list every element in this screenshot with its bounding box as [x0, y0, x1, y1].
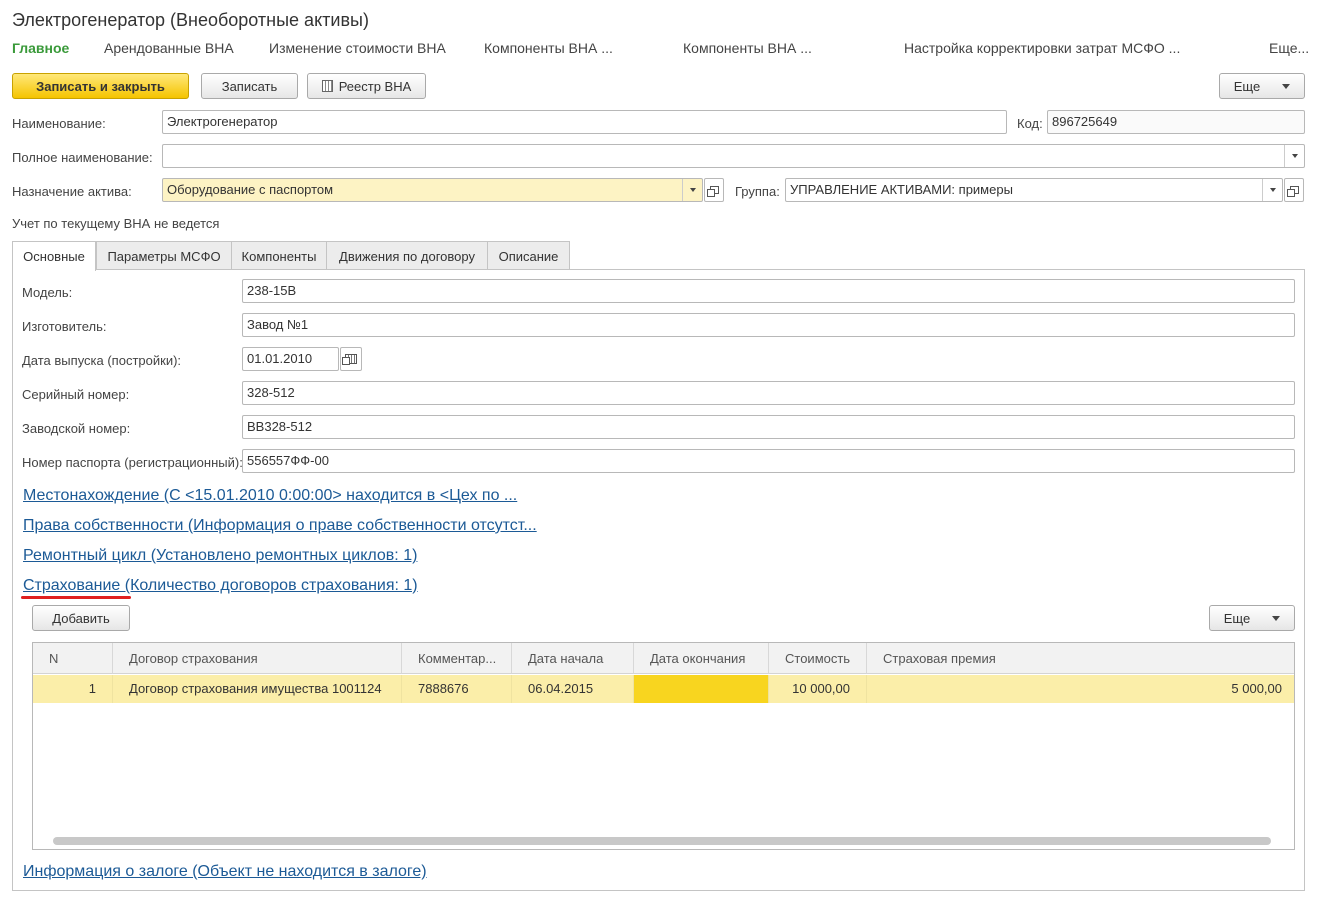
table-more-label: Еще: [1223, 610, 1251, 626]
open-icon: [1286, 186, 1299, 197]
group-dropdown[interactable]: [1262, 179, 1282, 201]
group-open-button[interactable]: [1284, 178, 1304, 202]
table-cell-cost[interactable]: 10 000,00: [769, 675, 867, 703]
window-title: Электрогенератор (Внеоборотные активы): [12, 10, 369, 30]
nav-components-1[interactable]: Компоненты ВНА ...: [484, 40, 613, 56]
insurance-link[interactable]: Страхование (Количество договоров страхо…: [23, 577, 418, 595]
nav-components-2[interactable]: Компоненты ВНА ...: [683, 40, 812, 56]
ownership-link[interactable]: Права собственности (Информация о праве …: [23, 517, 537, 535]
open-icon: [706, 186, 719, 197]
name-label: Наименование:: [12, 116, 106, 131]
horizontal-scrollbar[interactable]: [53, 837, 1271, 845]
table-cell-end[interactable]: [634, 675, 769, 703]
group-value: УПРАВЛЕНИЕ АКТИВАМИ: примеры: [790, 182, 1013, 197]
maker-input[interactable]: Завод №1: [242, 313, 1295, 337]
model-input[interactable]: 238-15В: [242, 279, 1295, 303]
more-button[interactable]: Еще: [1219, 73, 1305, 99]
save-and-close-button[interactable]: Записать и закрыть: [12, 73, 189, 99]
factory-input[interactable]: ВВ328-512: [242, 415, 1295, 439]
location-link[interactable]: Местонахождение (С <15.01.2010 0:00:00> …: [23, 487, 517, 505]
code-input[interactable]: 896725649: [1047, 110, 1305, 134]
chevron-down-icon: [1272, 615, 1281, 621]
pledge-link[interactable]: Информация о залоге (Объект не находится…: [23, 863, 427, 881]
purpose-label: Назначение актива:: [12, 184, 132, 199]
fullname-field[interactable]: [162, 144, 1305, 168]
fullname-label: Полное наименование:: [12, 150, 153, 165]
table-cell-comment[interactable]: 7888676: [402, 675, 512, 703]
column-header-start[interactable]: Дата начала: [512, 643, 634, 674]
registry-button-label: Реестр ВНА: [338, 78, 412, 94]
nav-ifrs-settings[interactable]: Настройка корректировки затрат МСФО ...: [904, 40, 1180, 56]
purpose-value: Оборудование с паспортом: [167, 182, 334, 197]
table-more-button[interactable]: Еще: [1209, 605, 1295, 631]
chevron-down-icon: [1282, 83, 1291, 89]
column-header-n[interactable]: N: [33, 643, 113, 674]
registry-button[interactable]: Реестр ВНА: [307, 73, 426, 99]
factory-label: Заводской номер:: [22, 421, 131, 436]
purpose-open-button[interactable]: [704, 178, 724, 202]
serial-label: Серийный номер:: [22, 387, 130, 402]
annotation-underline: [21, 596, 131, 599]
column-header-premium[interactable]: Страховая премия: [867, 643, 1294, 674]
column-header-contract[interactable]: Договор страхования: [113, 643, 402, 674]
table-cell-premium[interactable]: 5 000,00: [867, 675, 1294, 703]
accounting-note: Учет по текущему ВНА не ведется: [12, 216, 220, 231]
fullname-dropdown[interactable]: [1284, 145, 1304, 167]
serial-input[interactable]: 328-512: [242, 381, 1295, 405]
chevron-down-icon: [1291, 154, 1298, 158]
tab-main[interactable]: Основные: [12, 241, 96, 271]
tab-components[interactable]: Компоненты: [231, 241, 327, 270]
group-label: Группа:: [735, 184, 780, 199]
group-field[interactable]: УПРАВЛЕНИЕ АКТИВАМИ: примеры: [785, 178, 1283, 202]
code-label: Код:: [1017, 116, 1043, 131]
table-cell-n[interactable]: 1: [33, 675, 113, 703]
column-header-cost[interactable]: Стоимость: [769, 643, 867, 674]
save-button[interactable]: Записать: [201, 73, 298, 99]
column-header-comment[interactable]: Комментар...: [402, 643, 512, 674]
passport-label: Номер паспорта (регистрационный):: [22, 455, 243, 470]
insurance-table[interactable]: N Договор страхования Комментар... Дата …: [32, 642, 1295, 850]
table-cell-start[interactable]: 06.04.2015: [512, 675, 634, 703]
name-input[interactable]: Электрогенератор: [162, 110, 1007, 134]
chevron-down-icon: [1269, 188, 1276, 192]
nav-leased-assets[interactable]: Арендованные ВНА: [104, 40, 234, 56]
calendar-button[interactable]: [340, 347, 362, 371]
date-input[interactable]: 01.01.2010: [242, 347, 339, 371]
model-label: Модель:: [22, 285, 73, 300]
table-cell-contract[interactable]: Договор страхования имущества 1001124: [113, 675, 402, 703]
column-header-end[interactable]: Дата окончания: [634, 643, 769, 674]
repair-cycle-link[interactable]: Ремонтный цикл (Установлено ремонтных ци…: [23, 547, 417, 565]
maker-label: Изготовитель:: [22, 319, 107, 334]
chevron-down-icon: [689, 188, 696, 192]
tab-ifrs[interactable]: Параметры МСФО: [96, 241, 232, 270]
more-button-label: Еще: [1233, 78, 1261, 94]
nav-main[interactable]: Главное: [12, 40, 69, 56]
passport-input[interactable]: 556557ФФ-00: [242, 449, 1295, 473]
purpose-dropdown[interactable]: [682, 179, 702, 201]
tab-description[interactable]: Описание: [487, 241, 570, 270]
tab-contract-movements[interactable]: Движения по договору: [326, 241, 488, 270]
purpose-field[interactable]: Оборудование с паспортом: [162, 178, 703, 202]
calendar-icon: [342, 354, 357, 365]
date-label: Дата выпуска (постройки):: [22, 353, 182, 368]
add-button[interactable]: Добавить: [32, 605, 130, 631]
report-icon: [321, 80, 333, 92]
nav-value-change[interactable]: Изменение стоимости ВНА: [269, 40, 446, 56]
nav-more[interactable]: Еще...: [1269, 40, 1309, 56]
